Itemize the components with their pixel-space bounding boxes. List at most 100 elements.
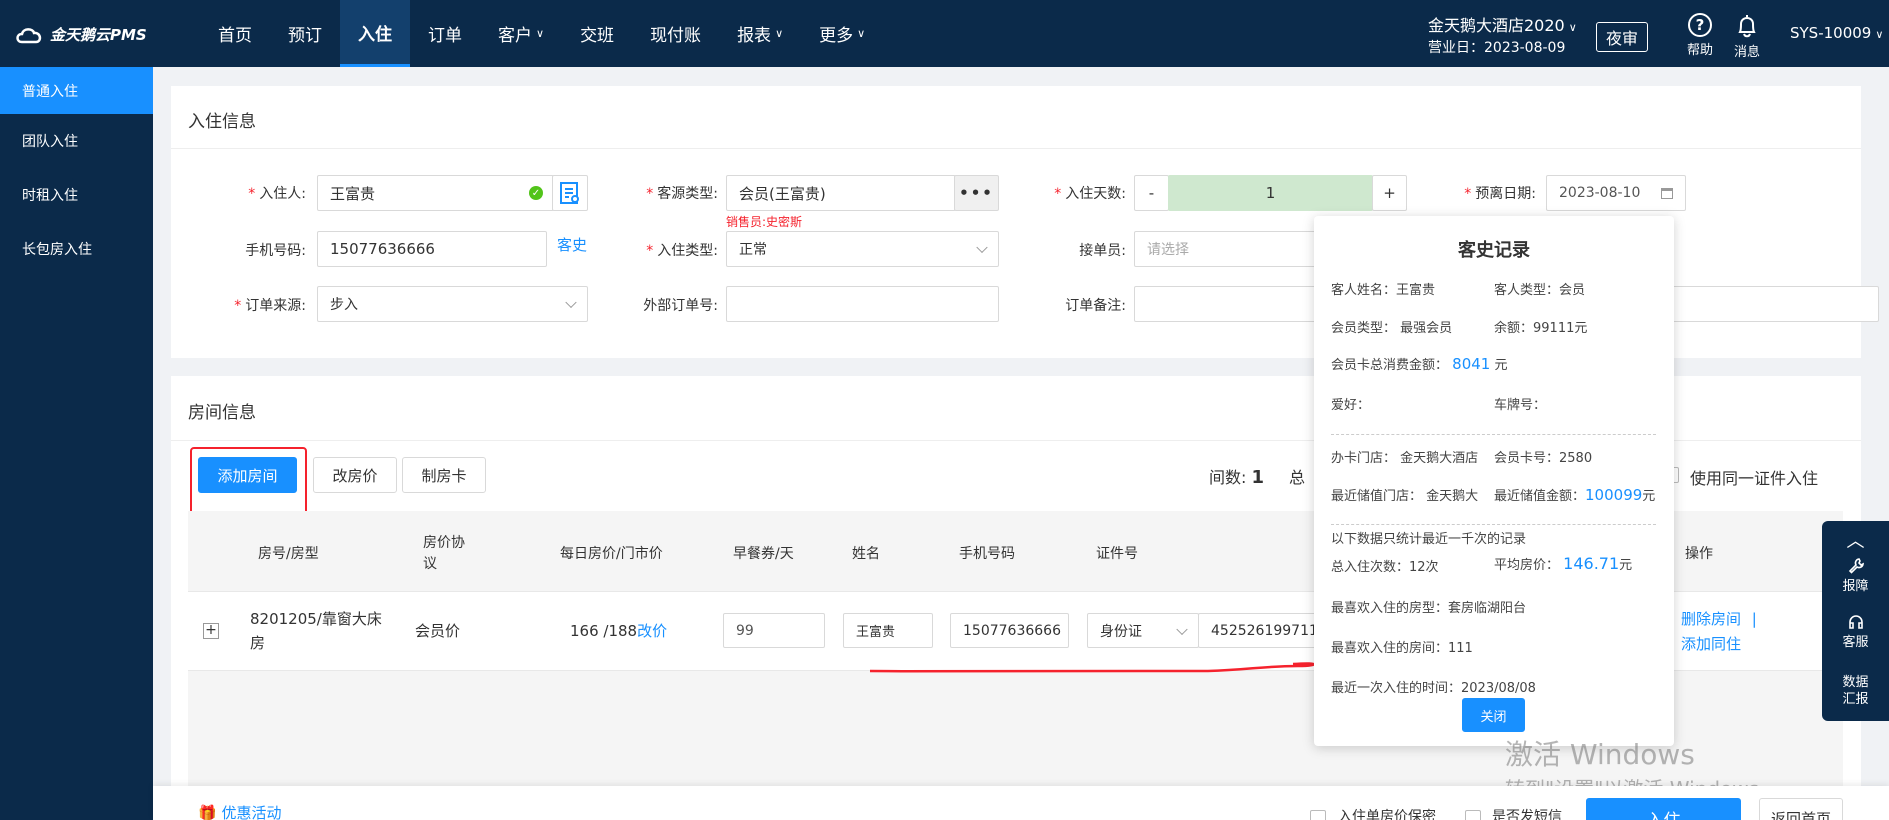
check-circle-icon: ✓ bbox=[529, 186, 543, 200]
col-breakfast: 早餐券/天 bbox=[733, 546, 794, 562]
nav-item-5[interactable]: 交班 bbox=[562, 0, 632, 67]
external-order-input[interactable] bbox=[726, 286, 999, 322]
source-type-label: * 客源类型: bbox=[646, 186, 718, 202]
room-cell: 8201205/靠窗大床房 bbox=[250, 610, 382, 652]
add-room-button[interactable]: 添加房间 bbox=[198, 457, 297, 493]
nav-item-label: 客户 bbox=[498, 26, 532, 46]
breakfast-input[interactable]: 99 bbox=[723, 613, 825, 648]
user-menu[interactable]: SYS-10009 ∨ bbox=[1790, 24, 1883, 42]
history-balance: 余额：99111元 bbox=[1494, 321, 1588, 336]
history-hobby: 爱好： bbox=[1331, 398, 1371, 413]
app-logo[interactable]: 金天鹅云PMS bbox=[14, 24, 147, 45]
salesperson-text: 销售员:史密斯 bbox=[726, 215, 803, 229]
nav-item-3[interactable]: 订单 bbox=[410, 0, 480, 67]
guest-input[interactable]: 王富贵 ✓ bbox=[317, 175, 554, 211]
id-type-select[interactable]: 身份证 bbox=[1087, 613, 1199, 648]
back-home-button[interactable]: 返回首页 bbox=[1759, 798, 1843, 820]
chevron-down-icon: ∨ bbox=[536, 27, 545, 40]
sidebar-item-0[interactable]: 普通入住 bbox=[0, 67, 153, 114]
add-companion-link[interactable]: 添加同住 bbox=[1681, 632, 1757, 657]
guest-label: * 入住人: bbox=[248, 186, 306, 202]
help-label: 帮助 bbox=[1686, 43, 1713, 58]
customer-service-button[interactable]: 客服 bbox=[1822, 613, 1889, 650]
row-name-value: 王富贵 bbox=[856, 625, 896, 640]
data-report-label-2: 汇报 bbox=[1842, 692, 1869, 707]
order-source-select[interactable]: 步入 bbox=[317, 286, 588, 322]
nav-item-label: 入住 bbox=[358, 24, 392, 45]
nav-item-4[interactable]: 客户 ∨ bbox=[480, 0, 562, 67]
history-card-no: 会员卡号：2580 bbox=[1494, 451, 1593, 466]
data-report-label-1: 数据 bbox=[1842, 675, 1869, 690]
nav-item-2[interactable]: 入住 bbox=[340, 0, 410, 67]
nav-item-label: 报表 bbox=[737, 26, 772, 46]
app-logo-text: 金天鹅云PMS bbox=[50, 26, 147, 44]
receiver-placeholder: 请选择 bbox=[1147, 242, 1189, 258]
history-recent-amount: 最近储值金额：100099元 bbox=[1494, 486, 1656, 504]
divider bbox=[171, 148, 1861, 149]
row-name-input[interactable]: 王富贵 bbox=[843, 613, 933, 648]
keep-price-label: 入住单房价保密 bbox=[1338, 809, 1436, 820]
nav-item-6[interactable]: 现付账 bbox=[632, 0, 719, 67]
sidebar-item-1[interactable]: 团队入住 bbox=[0, 114, 153, 168]
external-order-label: 外部订单号: bbox=[643, 298, 718, 314]
data-report-button[interactable]: 数据 汇报 bbox=[1822, 674, 1889, 708]
history-member-type: 会员类型： 最强会员 bbox=[1331, 321, 1453, 336]
days-input[interactable]: 1 bbox=[1168, 175, 1373, 211]
message-label: 消息 bbox=[1733, 45, 1760, 60]
headset-icon bbox=[1848, 615, 1863, 629]
chevron-up-icon[interactable]: ︿ bbox=[1822, 527, 1889, 553]
promo-link[interactable]: 🎁 优惠活动 bbox=[198, 802, 281, 820]
guest-history-link[interactable]: 客史 bbox=[557, 234, 587, 255]
col-id: 证件号 bbox=[1096, 546, 1138, 562]
make-card-button[interactable]: 制房卡 bbox=[402, 457, 486, 493]
change-price-link[interactable]: 改价 bbox=[637, 622, 667, 640]
nav-item-8[interactable]: 更多 ∨ bbox=[801, 0, 883, 67]
ellipsis-icon: ••• bbox=[959, 184, 994, 202]
popup-close-button[interactable]: 关闭 bbox=[1462, 698, 1525, 732]
service-label: 客服 bbox=[1842, 635, 1869, 650]
night-audit-button[interactable]: 夜审 bbox=[1596, 22, 1648, 52]
delete-room-link[interactable]: 删除房间 bbox=[1681, 610, 1741, 628]
total-label: 总 bbox=[1289, 468, 1306, 487]
row-phone-input[interactable]: 15077636666 bbox=[950, 613, 1069, 648]
receiver-select[interactable]: 请选择 bbox=[1134, 231, 1334, 267]
days-plus-button[interactable]: + bbox=[1372, 175, 1407, 211]
history-avg-price: 平均房价： 146.71元 bbox=[1494, 554, 1633, 573]
message-button[interactable]: 消息 bbox=[1727, 13, 1767, 60]
id-number-value: 4525261997110 bbox=[1211, 622, 1327, 639]
checkin-type-label: * 入住类型: bbox=[646, 243, 718, 259]
expand-row-button[interactable]: + bbox=[203, 623, 219, 639]
departure-date-picker[interactable]: 2023-08-10 bbox=[1546, 175, 1686, 211]
nav-item-7[interactable]: 报表 ∨ bbox=[719, 0, 801, 67]
business-day: 营业日：2023-08-09 bbox=[1428, 40, 1566, 56]
watermark-line-1: 激活 Windows bbox=[1505, 738, 1695, 771]
days-minus-button[interactable]: - bbox=[1134, 175, 1169, 211]
change-price-button[interactable]: 改房价 bbox=[313, 457, 397, 493]
id-type-value: 身份证 bbox=[1100, 623, 1142, 640]
row-phone-value: 15077636666 bbox=[963, 622, 1061, 639]
sidebar-item-2[interactable]: 时租入住 bbox=[0, 168, 153, 222]
help-button[interactable]: ? 帮助 bbox=[1680, 13, 1720, 58]
nav-item-label: 首页 bbox=[218, 26, 252, 46]
send-sms-checkbox[interactable] bbox=[1465, 810, 1481, 820]
nav-item-0[interactable]: 首页 bbox=[200, 0, 270, 67]
history-fav-room: 最喜欢入住的房间：111 bbox=[1331, 641, 1473, 656]
sidebar-item-3[interactable]: 长包房入住 bbox=[0, 222, 153, 276]
more-options-button[interactable]: ••• bbox=[954, 175, 999, 211]
id-number-input[interactable]: 4525261997110 bbox=[1198, 613, 1328, 648]
breakfast-value: 99 bbox=[736, 622, 754, 639]
nav-item-label: 订单 bbox=[428, 26, 462, 46]
checkin-submit-button[interactable]: 入住 bbox=[1586, 798, 1741, 820]
phone-input[interactable]: 15077636666 bbox=[317, 231, 547, 267]
history-recent-store: 最近储值门店： 金天鹅大 bbox=[1331, 489, 1479, 504]
hotel-selector[interactable]: 金天鹅大酒店2020 ∨ 营业日：2023-08-09 bbox=[1428, 15, 1577, 59]
col-price: 每日房价/门市价 bbox=[560, 546, 663, 562]
keep-price-checkbox[interactable] bbox=[1310, 810, 1326, 820]
id-card-reader-button[interactable] bbox=[552, 175, 588, 211]
nav-item-1[interactable]: 预订 bbox=[270, 0, 340, 67]
gift-icon: 🎁 bbox=[198, 804, 217, 820]
source-type-field[interactable]: 会员(王富贵) bbox=[726, 175, 956, 211]
checkin-type-select[interactable]: 正常 bbox=[726, 231, 999, 267]
history-guest-name: 客人姓名：王富贵 bbox=[1331, 283, 1436, 298]
report-issue-button[interactable]: 报障 bbox=[1822, 557, 1889, 594]
